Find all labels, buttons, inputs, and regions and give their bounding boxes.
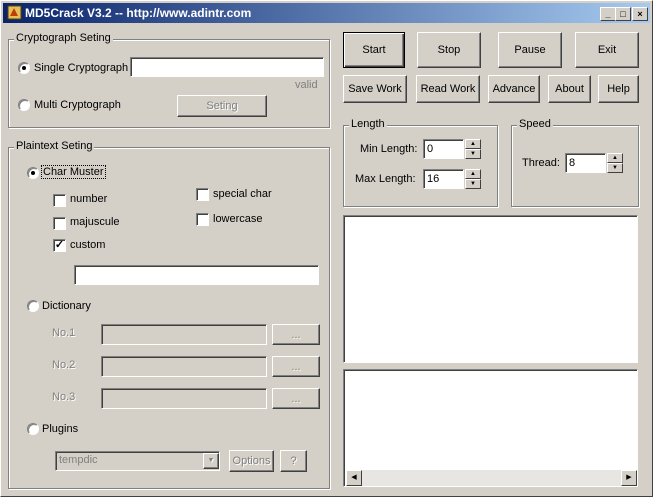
- multi-cryptograph-radio[interactable]: [18, 99, 30, 111]
- about-button[interactable]: About: [548, 75, 591, 103]
- cryptograph-input[interactable]: [130, 57, 324, 77]
- min-length-input[interactable]: [423, 139, 464, 159]
- plugins-label: Plugins: [42, 423, 79, 435]
- exit-button[interactable]: Exit: [575, 32, 639, 68]
- max-length-spinner[interactable]: ▲ ▼: [465, 169, 481, 190]
- number-checkbox[interactable]: [53, 194, 66, 207]
- spin-down-icon[interactable]: ▼: [465, 179, 481, 189]
- app-window: MD5Crack V3.2 -- http://www.adintr.com _…: [0, 0, 653, 497]
- spin-up-icon[interactable]: ▲: [465, 139, 481, 149]
- spin-down-icon[interactable]: ▼: [607, 163, 623, 173]
- majuscule-checkbox[interactable]: [53, 217, 66, 230]
- help-button[interactable]: Help: [598, 75, 639, 103]
- dictionary-radio[interactable]: [27, 300, 39, 312]
- dict-no3-browse-button[interactable]: ...: [272, 388, 320, 409]
- dict-no1-field[interactable]: [101, 324, 267, 345]
- single-cryptograph-radio[interactable]: [18, 62, 30, 74]
- multi-cryptograph-label: Multi Cryptograph: [34, 99, 121, 111]
- number-label: number: [70, 193, 108, 205]
- custom-label: custom: [70, 239, 106, 251]
- seting-button[interactable]: Seting: [177, 95, 267, 117]
- progress-panel: [343, 215, 638, 363]
- stop-button[interactable]: Stop: [417, 32, 481, 68]
- speed-group-label: Speed: [517, 118, 553, 130]
- window-title: MD5Crack V3.2 -- http://www.adintr.com: [25, 6, 252, 20]
- special-char-label: special char: [213, 188, 272, 200]
- dict-no1-label: No.1: [52, 327, 76, 339]
- start-button[interactable]: Start: [343, 32, 405, 68]
- app-icon: [7, 5, 22, 20]
- spin-up-icon[interactable]: ▲: [607, 153, 623, 163]
- thread-label: Thread:: [522, 157, 560, 169]
- min-length-spinner[interactable]: ▲ ▼: [465, 139, 481, 160]
- dict-no2-browse-button[interactable]: ...: [272, 356, 320, 377]
- spin-down-icon[interactable]: ▼: [465, 149, 481, 159]
- plugin-select-value: tempdic: [59, 454, 98, 466]
- title-bar[interactable]: MD5Crack V3.2 -- http://www.adintr.com _…: [3, 3, 650, 23]
- custom-chars-input[interactable]: [74, 265, 319, 285]
- advance-button[interactable]: Advance: [488, 75, 540, 103]
- plugins-radio[interactable]: [27, 423, 39, 435]
- char-muster-label: Char Muster: [41, 165, 106, 179]
- scroll-right-icon[interactable]: ▶: [621, 470, 637, 486]
- log-panel[interactable]: ◀ ▶: [343, 369, 638, 487]
- char-muster-radio[interactable]: [27, 167, 39, 179]
- plugin-help-button[interactable]: ?: [280, 450, 307, 472]
- lowercase-label: lowercase: [213, 213, 263, 225]
- minimize-button[interactable]: _: [600, 7, 616, 21]
- max-length-label: Max Length:: [355, 173, 416, 185]
- scroll-left-icon[interactable]: ◀: [346, 470, 362, 486]
- special-char-checkbox[interactable]: [196, 188, 209, 201]
- pause-button[interactable]: Pause: [498, 32, 562, 68]
- maximize-button[interactable]: □: [615, 7, 631, 21]
- custom-checkbox[interactable]: ✓: [53, 239, 66, 252]
- thread-input[interactable]: [565, 153, 606, 173]
- dict-no1-browse-button[interactable]: ...: [272, 324, 320, 345]
- chevron-down-icon[interactable]: ▼: [203, 453, 219, 469]
- cryptograph-group: [8, 39, 330, 128]
- min-length-label: Min Length:: [360, 143, 418, 155]
- dict-no3-field[interactable]: [101, 388, 267, 409]
- save-work-button[interactable]: Save Work: [343, 75, 407, 103]
- options-button[interactable]: Options: [229, 450, 274, 472]
- plugin-select[interactable]: tempdic ▼: [55, 451, 220, 471]
- close-button[interactable]: ×: [632, 7, 648, 21]
- horizontal-scrollbar[interactable]: ◀ ▶: [346, 470, 637, 486]
- length-group-label: Length: [349, 118, 387, 130]
- length-group: [343, 125, 498, 207]
- lowercase-checkbox[interactable]: [196, 213, 209, 226]
- majuscule-label: majuscule: [70, 216, 120, 228]
- cryptograph-group-label: Cryptograph Seting: [14, 32, 113, 44]
- dict-no3-label: No.3: [52, 391, 76, 403]
- spin-up-icon[interactable]: ▲: [465, 169, 481, 179]
- read-work-button[interactable]: Read Work: [416, 75, 480, 103]
- single-cryptograph-label: Single Cryptograph: [34, 62, 129, 74]
- plaintext-group-label: Plaintext Seting: [14, 140, 95, 152]
- valid-status: valid: [295, 79, 318, 91]
- dict-no2-field[interactable]: [101, 356, 267, 377]
- dict-no2-label: No.2: [52, 359, 76, 371]
- max-length-input[interactable]: [423, 169, 464, 189]
- thread-spinner[interactable]: ▲ ▼: [607, 153, 623, 174]
- dictionary-label: Dictionary: [42, 300, 91, 312]
